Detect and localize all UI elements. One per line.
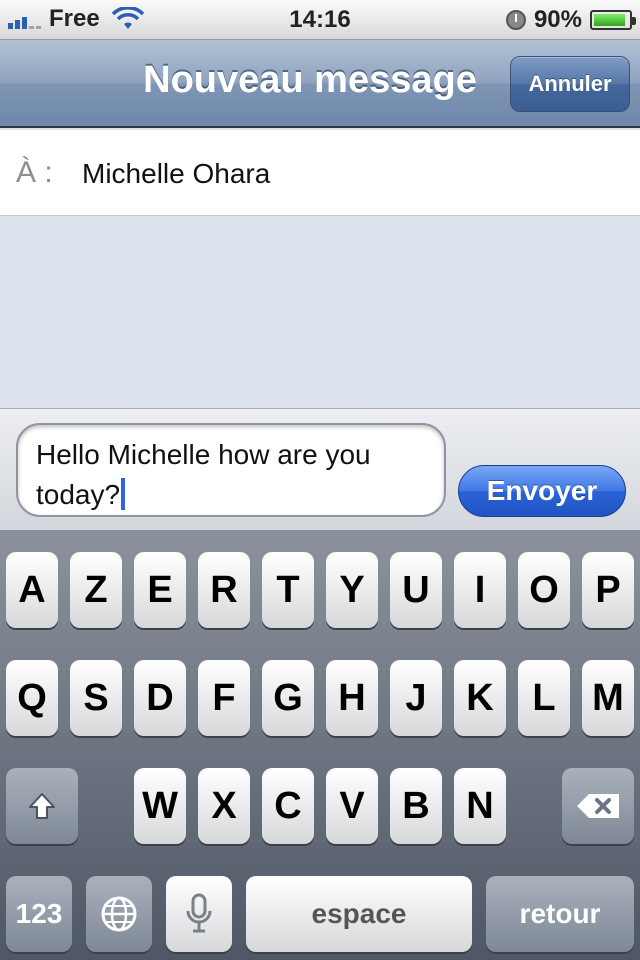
text-caret [121, 478, 126, 510]
globe-key[interactable] [86, 876, 152, 952]
key-x[interactable]: X [198, 768, 250, 844]
key-d[interactable]: D [134, 660, 186, 736]
key-y[interactable]: Y [326, 552, 378, 628]
keyboard: A Z E R T Y U I O P Q S D F G H J K L M … [0, 530, 640, 960]
key-i[interactable]: I [454, 552, 506, 628]
key-w[interactable]: W [134, 768, 186, 844]
microphone-icon [186, 893, 212, 933]
backspace-key[interactable] [562, 768, 634, 844]
battery-level [594, 14, 625, 26]
key-q[interactable]: Q [6, 660, 58, 736]
key-v[interactable]: V [326, 768, 378, 844]
battery-icon [590, 10, 636, 30]
key-k[interactable]: K [454, 660, 506, 736]
key-n[interactable]: N [454, 768, 506, 844]
compose-bar: Hello Michelle how are you today? Envoye… [0, 408, 640, 530]
key-s[interactable]: S [70, 660, 122, 736]
key-j[interactable]: J [390, 660, 442, 736]
send-button[interactable]: Envoyer [458, 465, 626, 517]
key-g[interactable]: G [262, 660, 314, 736]
shift-key[interactable] [6, 768, 78, 844]
recipient-value[interactable]: Michelle Ohara [82, 158, 270, 190]
message-input[interactable]: Hello Michelle how are you today? [16, 423, 446, 517]
key-o[interactable]: O [518, 552, 570, 628]
recipient-field[interactable]: À : Michelle Ohara [0, 130, 640, 216]
key-t[interactable]: T [262, 552, 314, 628]
recipient-label: À : [16, 156, 53, 189]
alarm-icon [505, 10, 526, 30]
backspace-icon [577, 794, 619, 818]
key-l[interactable]: L [518, 660, 570, 736]
key-m[interactable]: M [582, 660, 634, 736]
key-u[interactable]: U [390, 552, 442, 628]
key-z[interactable]: Z [70, 552, 122, 628]
key-e[interactable]: E [134, 552, 186, 628]
key-f[interactable]: F [198, 660, 250, 736]
key-h[interactable]: H [326, 660, 378, 736]
numbers-key[interactable]: 123 [6, 876, 72, 952]
globe-icon [101, 896, 137, 932]
navigation-bar: Nouveau message Annuler [0, 40, 640, 128]
key-b[interactable]: B [390, 768, 442, 844]
battery-percent: 90% [533, 6, 582, 33]
message-area [0, 216, 640, 408]
return-key[interactable]: retour [486, 876, 634, 952]
status-bar: Free 14:16 90% [0, 0, 640, 40]
status-right: 90% [505, 6, 636, 34]
microphone-key[interactable] [166, 876, 232, 952]
key-c[interactable]: C [262, 768, 314, 844]
key-r[interactable]: R [198, 552, 250, 628]
key-a[interactable]: A [6, 552, 58, 628]
shift-icon [29, 793, 55, 819]
message-text: Hello Michelle how are you today? [36, 439, 371, 510]
key-p[interactable]: P [582, 552, 634, 628]
cancel-button[interactable]: Annuler [510, 56, 630, 112]
space-key[interactable]: espace [246, 876, 472, 952]
